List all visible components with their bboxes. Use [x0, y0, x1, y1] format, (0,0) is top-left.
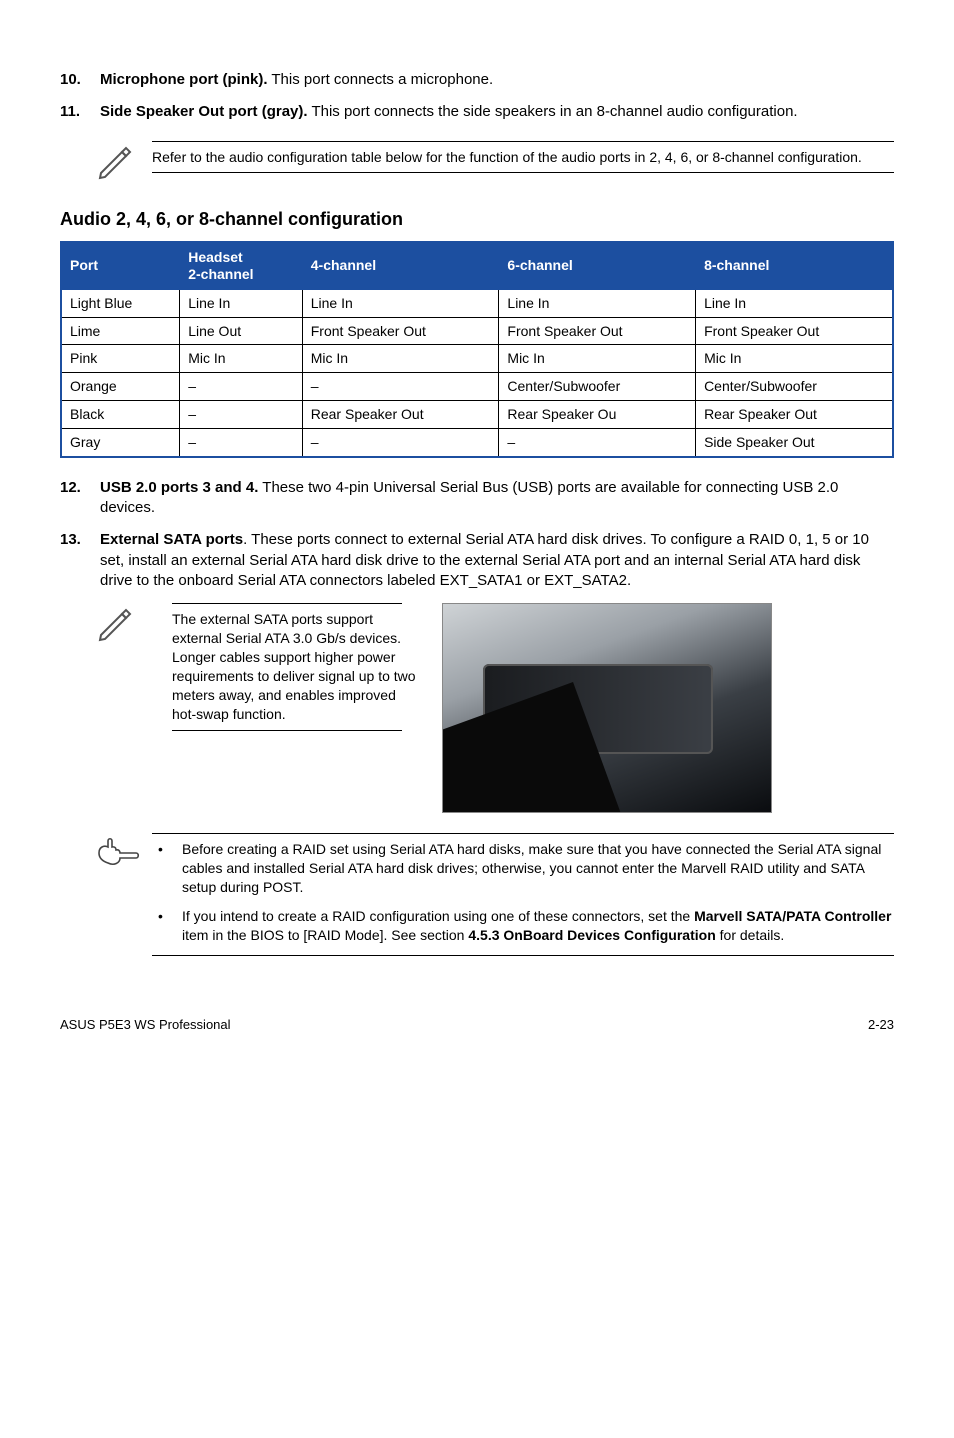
tip-block-raid: • Before creating a RAID set using Seria… [96, 833, 894, 955]
table-cell: – [180, 373, 303, 401]
item-lead: Microphone port (pink). [100, 71, 267, 88]
table-row: Gray–––Side Speaker Out [61, 429, 893, 457]
hand-point-icon [96, 833, 152, 875]
note-block-audio-config: Refer to the audio configuration table b… [96, 141, 894, 187]
table-row: Orange––Center/SubwooferCenter/Subwoofer [61, 373, 893, 401]
table-cell: Light Blue [61, 289, 180, 317]
item-number: 12. [60, 478, 100, 519]
table-cell: Mic In [696, 345, 893, 373]
item-number: 10. [60, 70, 100, 90]
table-cell: Line In [302, 289, 499, 317]
table-row: LimeLine OutFront Speaker OutFront Speak… [61, 317, 893, 345]
table-cell: Side Speaker Out [696, 429, 893, 457]
note-text: Refer to the audio configuration table b… [152, 148, 894, 167]
table-cell: Center/Subwoofer [696, 373, 893, 401]
th-6ch: 6-channel [499, 242, 696, 289]
item-body: External SATA ports. These ports connect… [100, 530, 894, 591]
table-cell: – [302, 429, 499, 457]
section-heading-audio: Audio 2, 4, 6, or 8-channel configuratio… [60, 207, 894, 231]
item-lead: External SATA ports [100, 531, 243, 548]
item-number: 11. [60, 102, 100, 122]
table-cell: Rear Speaker Ou [499, 401, 696, 429]
audio-config-table: Port Headset 2-channel 4-channel 6-chann… [60, 241, 894, 458]
note-with-image: The external SATA ports support external… [96, 603, 894, 813]
pen-icon [96, 603, 152, 813]
item-body: Microphone port (pink). This port connec… [100, 70, 894, 90]
th-headset: Headset 2-channel [180, 242, 303, 289]
list-item-10: 10. Microphone port (pink). This port co… [60, 70, 894, 90]
th-4ch: 4-channel [302, 242, 499, 289]
pen-icon [96, 141, 152, 187]
th-8ch: 8-channel [696, 242, 893, 289]
table-cell: Line In [180, 289, 303, 317]
table-cell: Mic In [499, 345, 696, 373]
table-cell: Front Speaker Out [499, 317, 696, 345]
table-cell: Front Speaker Out [302, 317, 499, 345]
bullet-dot: • [152, 907, 182, 945]
table-cell: – [180, 401, 303, 429]
table-cell: Orange [61, 373, 180, 401]
table-cell: Lime [61, 317, 180, 345]
table-cell: Mic In [302, 345, 499, 373]
table-cell: Gray [61, 429, 180, 457]
table-row: Light BlueLine InLine InLine InLine In [61, 289, 893, 317]
table-cell: Line Out [180, 317, 303, 345]
table-cell: Line In [499, 289, 696, 317]
item-lead: Side Speaker Out port (gray). [100, 103, 308, 120]
list-item-12: 12. USB 2.0 ports 3 and 4. These two 4-p… [60, 478, 894, 519]
note-content: Refer to the audio configuration table b… [152, 141, 894, 174]
note-content: The external SATA ports support external… [172, 603, 422, 813]
table-cell: Line In [696, 289, 893, 317]
th-port: Port [61, 242, 180, 289]
table-cell: – [499, 429, 696, 457]
tip-bullet-1: • Before creating a RAID set using Seria… [152, 840, 894, 897]
list-item-13: 13. External SATA ports. These ports con… [60, 530, 894, 591]
item-body: Side Speaker Out port (gray). This port … [100, 102, 894, 122]
bullet-text: Before creating a RAID set using Serial … [182, 840, 894, 897]
table-cell: Center/Subwoofer [499, 373, 696, 401]
table-row: PinkMic InMic InMic InMic In [61, 345, 893, 373]
table-cell: Front Speaker Out [696, 317, 893, 345]
table-cell: – [302, 373, 499, 401]
note-text: The external SATA ports support external… [172, 610, 422, 723]
table-cell: Pink [61, 345, 180, 373]
esata-photo [442, 603, 894, 813]
tip-content: • Before creating a RAID set using Seria… [152, 833, 894, 955]
table-cell: Rear Speaker Out [302, 401, 499, 429]
footer-left: ASUS P5E3 WS Professional [60, 1016, 231, 1034]
item-number: 13. [60, 530, 100, 591]
table-cell: – [180, 429, 303, 457]
footer-right: 2-23 [868, 1016, 894, 1034]
item-rest: This port connects a microphone. [267, 71, 493, 88]
list-item-11: 11. Side Speaker Out port (gray). This p… [60, 102, 894, 122]
item-lead: USB 2.0 ports 3 and 4. [100, 479, 258, 496]
bullet-text: If you intend to create a RAID configura… [182, 907, 894, 945]
table-cell: Mic In [180, 345, 303, 373]
bullet-dot: • [152, 840, 182, 897]
page-footer: ASUS P5E3 WS Professional 2-23 [60, 1016, 894, 1034]
table-cell: Rear Speaker Out [696, 401, 893, 429]
item-rest: This port connects the side speakers in … [308, 103, 798, 120]
table-row: Black–Rear Speaker OutRear Speaker OuRea… [61, 401, 893, 429]
tip-bullet-2: • If you intend to create a RAID configu… [152, 907, 894, 945]
motherboard-io-panel-image [442, 603, 772, 813]
table-cell: Black [61, 401, 180, 429]
item-body: USB 2.0 ports 3 and 4. These two 4-pin U… [100, 478, 894, 519]
